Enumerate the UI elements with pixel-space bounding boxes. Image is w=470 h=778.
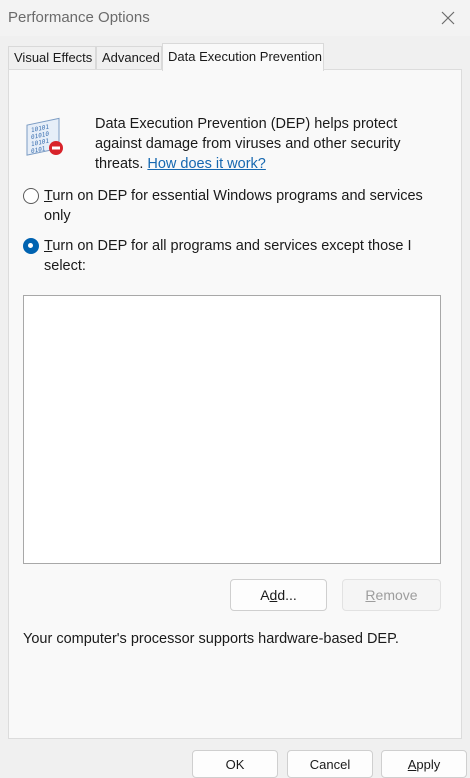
tab-visual-effects[interactable]: Visual Effects xyxy=(8,46,96,70)
cancel-button[interactable]: Cancel xyxy=(287,750,373,778)
add-button[interactable]: Ad d... xyxy=(230,579,327,611)
remove-button[interactable]: Remove xyxy=(342,579,441,611)
ok-button[interactable]: OK xyxy=(192,750,278,778)
radio-all-except-label: Turn on DEP for all programs and service… xyxy=(44,238,412,274)
title-bar: Performance Options xyxy=(0,0,470,36)
processor-support-text: Your computer's processor supports hardw… xyxy=(23,631,399,647)
tab-data-execution-prevention[interactable]: Data Execution Prevention xyxy=(162,43,324,71)
radio-essential-only-circle[interactable] xyxy=(23,188,39,204)
tab-strip: Visual Effects Advanced Data Execution P… xyxy=(8,43,462,71)
radio-all-except-circle[interactable] xyxy=(23,238,39,254)
apply-button[interactable]: Apply xyxy=(381,750,467,778)
dep-shield-icon: 10101 01010 10101 0101 xyxy=(26,117,63,156)
radio-essential-only-label: Turn on DEP for essential Windows progra… xyxy=(44,188,423,224)
exception-programs-list[interactable] xyxy=(23,295,441,564)
dep-panel: 10101 01010 10101 0101 Data Execution Pr… xyxy=(8,69,462,739)
close-button[interactable] xyxy=(434,6,462,30)
radio-all-except[interactable]: Turn on DEP for all programs and service… xyxy=(23,236,443,276)
how-does-it-work-link[interactable]: How does it work? xyxy=(147,156,265,172)
window-title: Performance Options xyxy=(8,9,150,26)
tab-advanced[interactable]: Advanced xyxy=(96,46,162,70)
dep-description: Data Execution Prevention (DEP) helps pr… xyxy=(95,114,445,174)
close-icon xyxy=(441,11,455,25)
radio-essential-only[interactable]: Turn on DEP for essential Windows progra… xyxy=(23,186,443,226)
